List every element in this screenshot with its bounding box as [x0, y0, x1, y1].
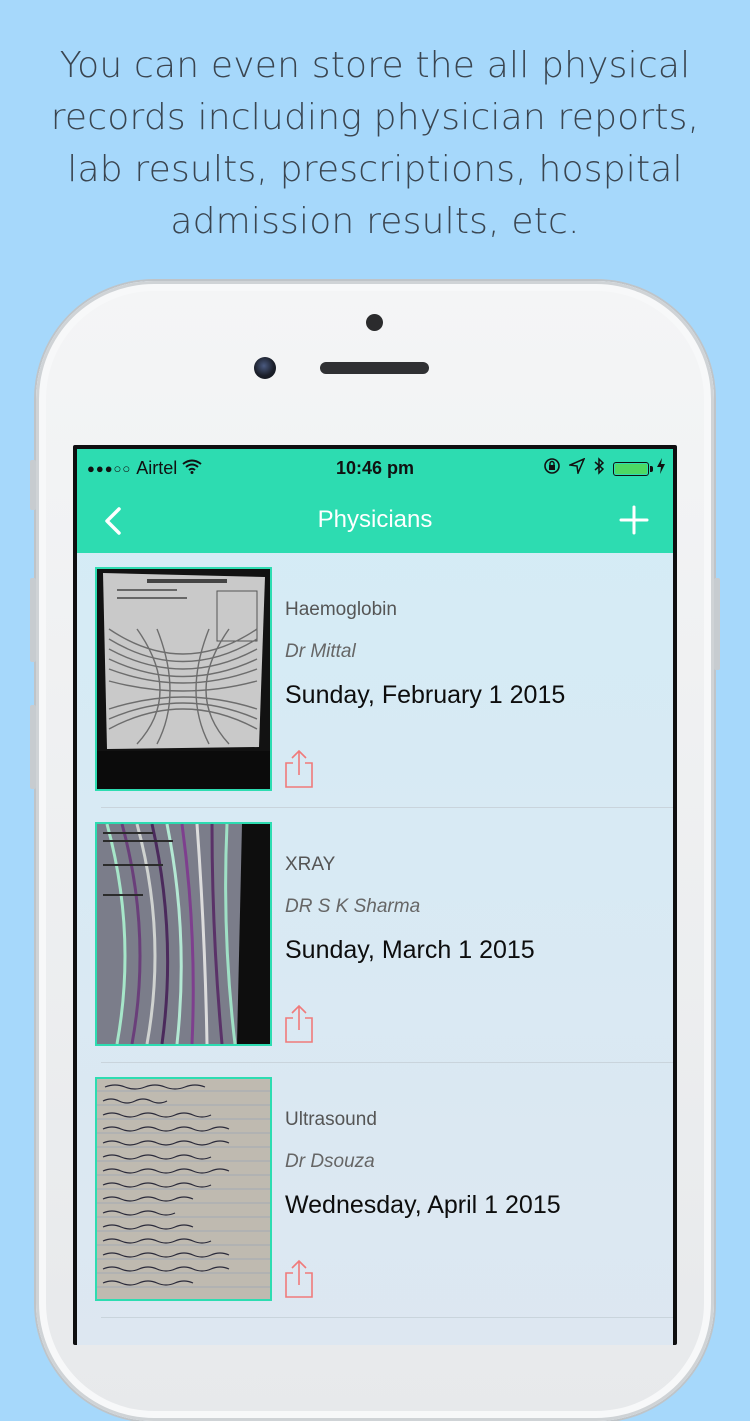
navigation-bar: Physicians: [77, 489, 673, 553]
share-icon: [285, 1004, 313, 1043]
share-icon: [285, 749, 313, 788]
share-button[interactable]: [283, 749, 315, 789]
mute-switch: [30, 460, 36, 510]
record-date: Sunday, February 1 2015: [285, 681, 566, 709]
records-list: Haemoglobin Dr Mittal Sunday, February 1…: [77, 553, 673, 1318]
record-row[interactable]: Haemoglobin Dr Mittal Sunday, February 1…: [77, 553, 673, 808]
record-date: Sunday, March 1 2015: [285, 936, 535, 964]
record-doctor: Dr Mittal: [285, 641, 356, 662]
record-doctor: Dr Dsouza: [285, 1151, 375, 1172]
front-camera: [254, 357, 276, 379]
phone-screen: ●●●○○ Airtel 10:46 pm Physicians Haemogl…: [73, 445, 677, 1345]
plus-icon: [619, 505, 649, 535]
volume-down-button: [30, 705, 36, 789]
proximity-sensor: [366, 314, 383, 331]
share-button[interactable]: [283, 1259, 315, 1299]
volume-up-button: [30, 578, 36, 662]
battery-icon: [613, 461, 653, 476]
promo-caption: You can even store the all physical reco…: [50, 45, 700, 242]
record-row[interactable]: Ultrasound Dr Dsouza Wednesday, April 1 …: [77, 1063, 673, 1318]
rotation-lock-icon: [543, 457, 561, 480]
record-thumbnail[interactable]: [95, 1077, 272, 1301]
location-arrow-icon: [567, 457, 586, 479]
power-button: [714, 578, 720, 670]
add-record-button[interactable]: [613, 499, 655, 541]
record-doctor: DR S K Sharma: [285, 896, 421, 917]
charging-bolt-icon: [657, 458, 665, 479]
status-bar: ●●●○○ Airtel 10:46 pm: [77, 449, 673, 489]
record-row[interactable]: XRAY DR S K Sharma Sunday, March 1 2015: [77, 808, 673, 1063]
record-type: XRAY: [285, 854, 336, 875]
record-thumbnail[interactable]: [95, 822, 272, 1046]
share-icon: [285, 1259, 313, 1298]
record-thumbnail[interactable]: [95, 567, 272, 791]
share-button[interactable]: [283, 1004, 315, 1044]
record-type: Haemoglobin: [285, 599, 397, 620]
earpiece-speaker: [320, 362, 429, 374]
page-title: Physicians: [317, 506, 433, 533]
bluetooth-icon: [593, 457, 605, 480]
record-date: Wednesday, April 1 2015: [285, 1191, 561, 1219]
record-type: Ultrasound: [285, 1109, 377, 1130]
